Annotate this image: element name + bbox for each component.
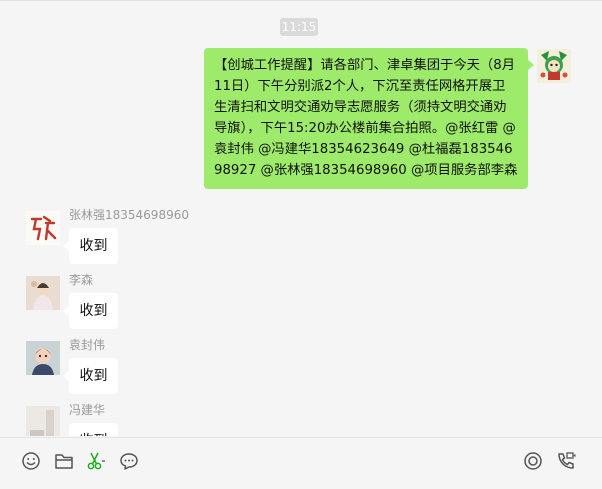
incoming-message-bubble[interactable]: 收到	[63, 358, 118, 394]
my-avatar[interactable]	[537, 49, 571, 83]
timestamp-divider: 11:15	[280, 18, 318, 36]
live-icon[interactable]	[522, 450, 544, 472]
folder-icon[interactable]	[53, 450, 75, 472]
chat-message-area[interactable]: 11:15 【创城工作提醒】请各部门、津卓集团于今天（8月11日）下午分别派2个…	[0, 0, 602, 436]
incoming-message-bubble[interactable]: 收到	[63, 293, 118, 329]
sender-name: 李森	[69, 273, 94, 287]
sender-avatar[interactable]	[26, 211, 60, 245]
scissors-icon[interactable]	[85, 450, 107, 472]
sender-avatar[interactable]	[26, 406, 60, 436]
sender-name: 袁封伟	[69, 338, 106, 352]
input-toolbar	[0, 437, 602, 489]
emoji-icon[interactable]	[20, 450, 42, 472]
video-call-icon[interactable]	[555, 450, 577, 472]
chat-history-icon[interactable]	[118, 450, 140, 472]
incoming-message-bubble[interactable]: 收到	[63, 228, 118, 264]
sender-name: 张林强18354698960	[69, 208, 189, 222]
outgoing-message-bubble[interactable]: 【创城工作提醒】请各部门、津卓集团于今天（8月11日）下午分别派2个人，下沉至责…	[204, 48, 534, 189]
incoming-message-bubble[interactable]: 收到	[69, 423, 118, 436]
sender-avatar[interactable]	[26, 341, 60, 375]
sender-name: 冯建华	[69, 403, 106, 417]
sender-avatar[interactable]	[26, 276, 60, 310]
